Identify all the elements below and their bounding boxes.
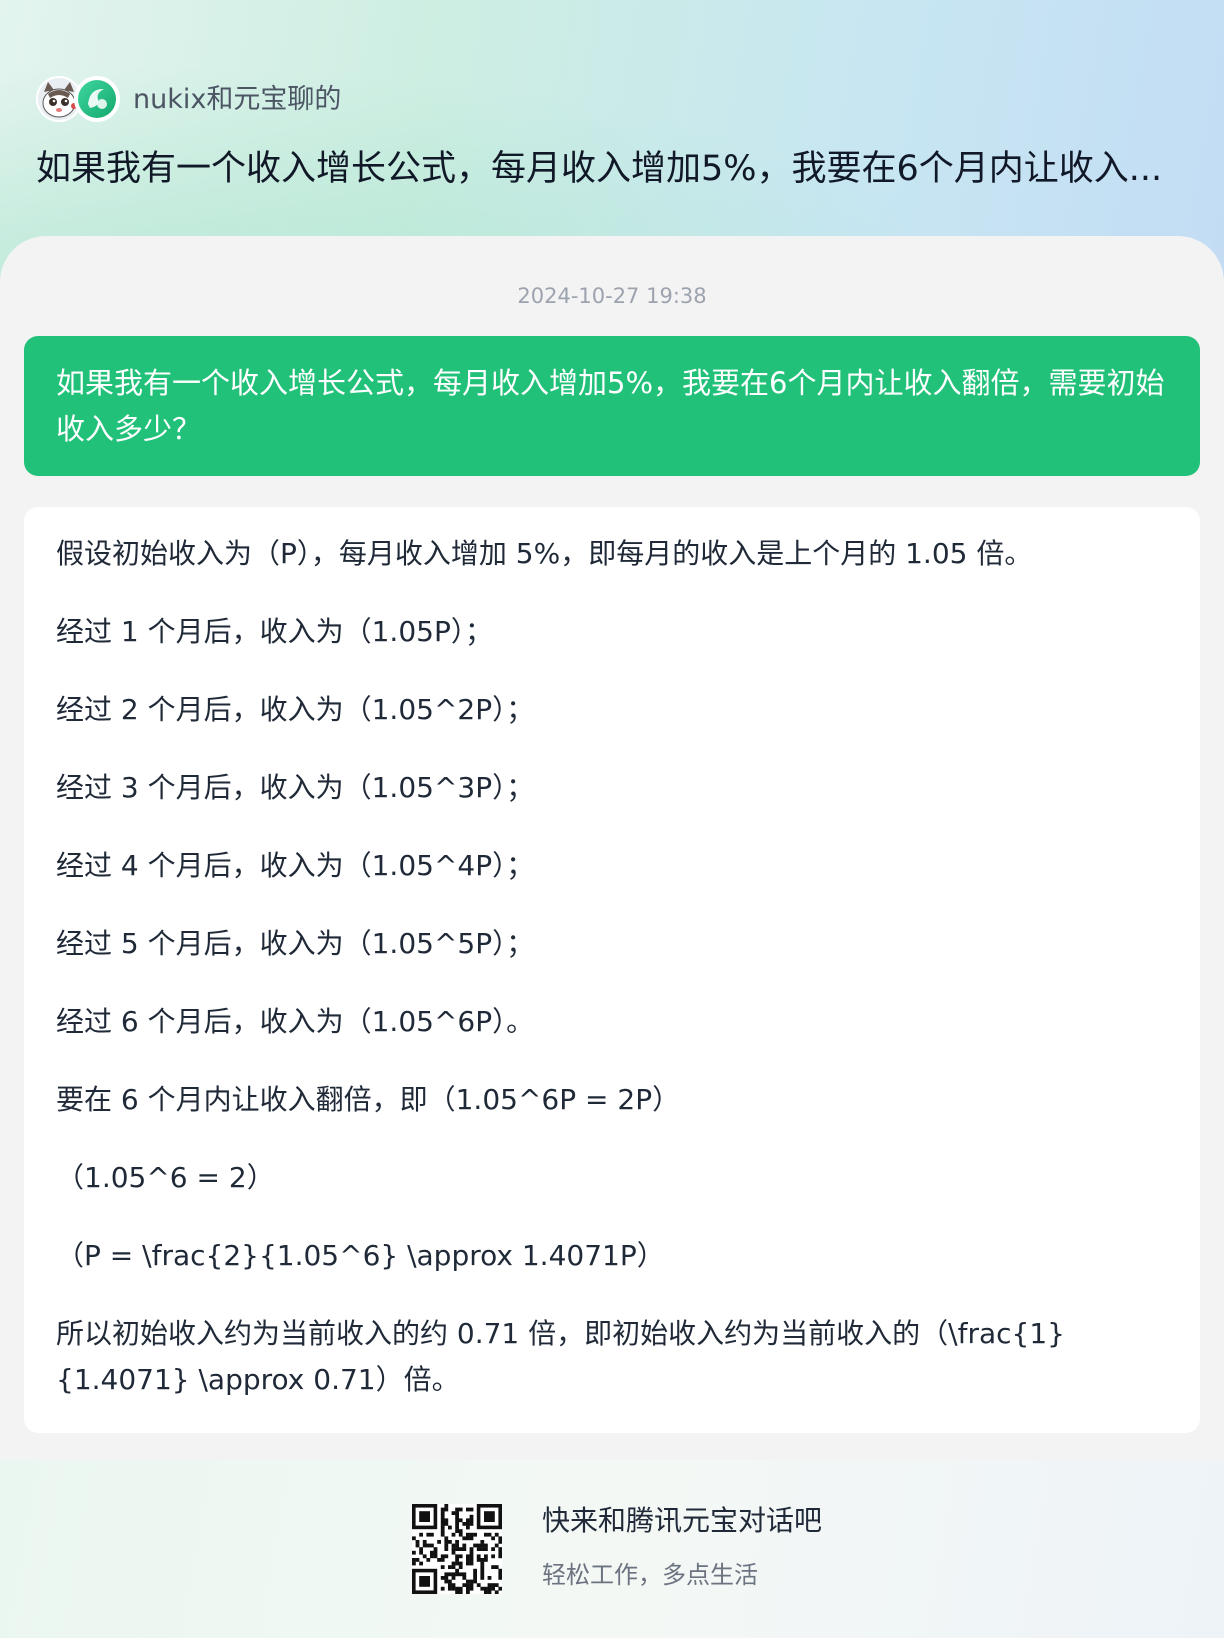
message-timestamp: 2024-10-27 19:38: [517, 284, 707, 308]
answer-paragraph: 经过 4 个月后，收入为（1.05^4P）；: [56, 849, 535, 882]
shared-by-label: nukix和元宝聊的: [133, 84, 342, 115]
qr-code-icon: [412, 1504, 503, 1595]
answer-paragraph: （P = \frac{2}{1.05^6} \approx 1.4071P）: [56, 1239, 665, 1272]
answer-paragraph: 经过 3 个月后，收入为（1.05^3P）；: [56, 771, 535, 804]
answer-paragraph: 经过 1 个月后，收入为（1.05P）；: [56, 615, 493, 648]
answer-paragraph: 要在 6 个月内让收入翻倍，即（1.05^6P = 2P）: [56, 1083, 681, 1116]
user-message-bubble: 如果我有一个收入增长公式，每月收入增加5%，我要在6个月内让收入翻倍，需要初始收…: [24, 336, 1200, 476]
assistant-answer-card: 假设初始收入为（P），每月收入增加 5%，即每月的收入是上个月的 1.05 倍。…: [24, 507, 1200, 1433]
conversation-title: 如果我有一个收入增长公式，每月收入增加5%，我要在6个月内让收入...: [36, 149, 1163, 189]
answer-paragraph: 经过 5 个月后，收入为（1.05^5P）；: [56, 927, 535, 960]
footer-banner: [0, 1460, 1224, 1638]
answer-paragraph: 经过 2 个月后，收入为（1.05^2P）；: [56, 693, 535, 726]
answer-paragraph: 假设初始收入为（P），每月收入增加 5%，即每月的收入是上个月的 1.05 倍。: [56, 537, 1033, 570]
yuanbao-logo-icon: [74, 76, 120, 122]
answer-paragraph: 经过 6 个月后，收入为（1.05^6P）。: [56, 1005, 535, 1038]
footer-cta-subtitle: 轻松工作，多点生活: [542, 1561, 758, 1589]
answer-paragraph: （1.05^6 = 2）: [56, 1161, 275, 1194]
avatar-group: [36, 76, 122, 122]
answer-paragraph: 所以初始收入约为当前收入的约 0.71 倍，即初始收入约为当前收入的（\frac…: [56, 1317, 1065, 1396]
footer-cta-title: 快来和腾讯元宝对话吧: [542, 1504, 823, 1537]
